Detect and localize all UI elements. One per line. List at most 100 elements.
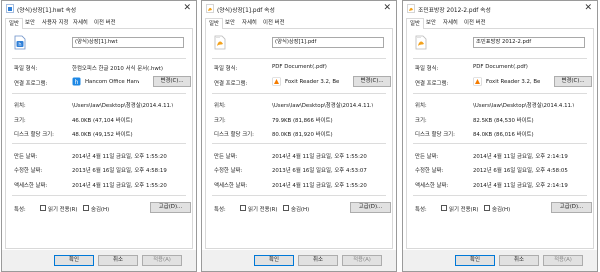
modified-label: 수정한 날짜: xyxy=(415,168,444,174)
modified-label: 수정한 날짜: xyxy=(214,168,243,174)
created-value: 2014년 4월 11일 금요일, 오후 1:55:20 xyxy=(272,154,367,160)
tab-2[interactable]: 자세히 xyxy=(440,18,461,29)
created-value: 2014년 4월 11일 금요일, 오후 2:14:19 xyxy=(473,154,568,160)
hidden-checkbox[interactable] xyxy=(83,205,89,211)
advanced-button[interactable]: 고급(D)... xyxy=(350,202,391,213)
file-name-field[interactable]: 조민표방장 2012-2.pdf xyxy=(473,37,585,48)
readonly-label: 읽기 전용(R) xyxy=(449,207,479,213)
tab-strip: 일반 보안 자세히 이전 버전 xyxy=(205,18,393,30)
location-value: \Users\law\Desktop\청경실\2014.4.11.\ xyxy=(473,103,575,109)
modified-value: 2012년 6월 16일 일요일, 오후 4:58:05 xyxy=(473,168,568,174)
button-bar: 확인 취소 적용(A) xyxy=(202,250,396,271)
open-with-label: 연결 프로그램: xyxy=(415,81,449,87)
cancel-button[interactable]: 취소 xyxy=(298,255,338,266)
ok-button[interactable]: 확인 xyxy=(455,255,495,266)
divider xyxy=(12,143,186,144)
hidden-checkbox[interactable] xyxy=(283,205,289,211)
divider xyxy=(212,195,386,196)
close-icon[interactable]: ✕ xyxy=(584,3,592,13)
size-value: 82.5KB (84,530 바이트) xyxy=(473,118,534,124)
change-button[interactable]: 변경(C)... xyxy=(153,76,191,87)
open-with-app: Foxit Reader 3.2, Best R xyxy=(486,79,540,85)
modified-value: 2013년 6월 16일 일요일, 오후 4:58:19 xyxy=(72,168,167,174)
disk-size-value: 48.0KB (49,152 바이트) xyxy=(72,132,133,138)
divider xyxy=(413,143,587,144)
readonly-label: 읽기 전용(R) xyxy=(48,207,78,213)
open-with-app: Hancom Office Hanwor xyxy=(85,79,139,85)
readonly-checkbox[interactable] xyxy=(441,205,447,211)
disk-size-label: 디스크 할당 크기: xyxy=(14,132,54,138)
tab-1[interactable]: 보안 xyxy=(423,18,439,29)
tab-2[interactable]: 자세히 xyxy=(239,18,260,29)
readonly-checkbox[interactable] xyxy=(240,205,246,211)
pdf-document-icon xyxy=(214,35,226,50)
divider xyxy=(413,93,587,94)
tab-3[interactable]: 자세히 xyxy=(70,18,91,29)
file-name-field[interactable]: (양식)상장[1].pdf xyxy=(272,37,384,48)
modified-value: 2013년 6월 16일 일요일, 오후 4:53:07 xyxy=(272,168,367,174)
location-label: 위치: xyxy=(415,103,427,109)
open-with-label: 연결 프로그램: xyxy=(14,81,48,87)
accessed-value: 2014년 4월 11일 금요일, 오후 1:55:20 xyxy=(72,183,167,189)
window-title: (양식)상장[1].pdf 속성 xyxy=(217,8,275,14)
hidden-checkbox[interactable] xyxy=(484,205,490,211)
created-label: 만든 날짜: xyxy=(214,154,238,160)
cancel-button[interactable]: 취소 xyxy=(98,255,138,266)
close-icon[interactable]: ✕ xyxy=(183,3,191,13)
accessed-value: 2014년 4월 11일 금요일, 오후 2:14:19 xyxy=(473,183,568,189)
open-with-label: 연결 프로그램: xyxy=(214,81,248,87)
advanced-button[interactable]: 고급(D)... xyxy=(551,202,592,213)
pdf-document-small-icon xyxy=(407,4,415,13)
general-pane: 조민표방장 2012-2.pdf 파일 형식: PDF Document(.pd… xyxy=(406,29,594,249)
apply-button[interactable]: 적용(A) xyxy=(142,255,182,266)
properties-dialog: (양식)상장[1].pdf 속성 ✕ 일반 보안 자세히 이전 버전 (양식)상장[1… xyxy=(201,0,397,272)
size-label: 크기: xyxy=(14,118,26,124)
accessed-value: 2014년 4월 11일 금요일, 오후 1:55:20 xyxy=(272,183,367,189)
change-button[interactable]: 변경(C)... xyxy=(554,76,592,87)
apply-button[interactable]: 적용(A) xyxy=(543,255,583,266)
tab-1[interactable]: 보안 xyxy=(22,18,38,29)
app-icon: h xyxy=(72,77,81,86)
file-type-value: 한컴오피스 한글 2010 서식 문서(.hwt) xyxy=(72,66,163,72)
tab-3[interactable]: 이전 버전 xyxy=(260,18,288,29)
apply-button[interactable]: 적용(A) xyxy=(342,255,382,266)
window-title: (양식)상장[1].hwt 속성 xyxy=(17,8,77,14)
attributes-label: 특성: xyxy=(415,207,427,213)
tab-strip: 일반 보안 사용자 지정 자세히 이전 버전 xyxy=(5,18,193,30)
tab-1[interactable]: 보안 xyxy=(222,18,238,29)
created-label: 만든 날짜: xyxy=(14,154,38,160)
ok-button[interactable]: 확인 xyxy=(254,255,294,266)
pdf-document-icon xyxy=(415,35,427,50)
hwp-document-small-icon xyxy=(6,4,14,13)
size-value: 79.9KB (81,866 바이트) xyxy=(272,118,333,124)
tab-strip: 일반 보안 자세히 이전 버전 xyxy=(406,18,594,30)
readonly-checkbox[interactable] xyxy=(40,205,46,211)
app-icon xyxy=(272,77,281,86)
location-value: \Users\law\Desktop\청경실\2014.4.11.\ xyxy=(272,103,374,109)
tab-2[interactable]: 사용자 지정 xyxy=(39,18,72,29)
pdf-document-small-icon xyxy=(206,4,214,13)
divider xyxy=(212,58,386,59)
close-icon[interactable]: ✕ xyxy=(383,3,391,13)
hidden-label: 숨김(H) xyxy=(492,207,511,213)
hwp-document-icon: h xyxy=(14,35,26,50)
accessed-label: 액세스한 날짜: xyxy=(415,183,449,189)
change-button[interactable]: 변경(C)... xyxy=(353,76,391,87)
advanced-button[interactable]: 고급(D)... xyxy=(150,202,191,213)
general-pane: h (양식)상장[1].hwt 파일 형식: 한컴오피스 한글 2010 서식 … xyxy=(5,29,193,249)
divider xyxy=(413,58,587,59)
window-title: 조민표방장 2012-2.pdf 속성 xyxy=(418,8,491,14)
file-name-field[interactable]: (양식)상장[1].hwt xyxy=(72,37,184,48)
cancel-button[interactable]: 취소 xyxy=(499,255,539,266)
divider xyxy=(12,93,186,94)
tab-4[interactable]: 이전 버전 xyxy=(91,18,119,29)
ok-button[interactable]: 확인 xyxy=(54,255,94,266)
divider xyxy=(12,58,186,59)
modified-label: 수정한 날짜: xyxy=(14,168,43,174)
tab-3[interactable]: 이전 버전 xyxy=(461,18,489,29)
title-bar: 조민표방장 2012-2.pdf 속성 ✕ xyxy=(403,1,597,17)
button-bar: 확인 취소 적용(A) xyxy=(2,250,196,271)
location-label: 위치: xyxy=(214,103,226,109)
file-type-label: 파일 형식: xyxy=(415,66,439,72)
properties-dialog: (양식)상장[1].hwt 속성 ✕ 일반 보안 사용자 지정 자세히 이전 버전 h … xyxy=(1,0,197,272)
